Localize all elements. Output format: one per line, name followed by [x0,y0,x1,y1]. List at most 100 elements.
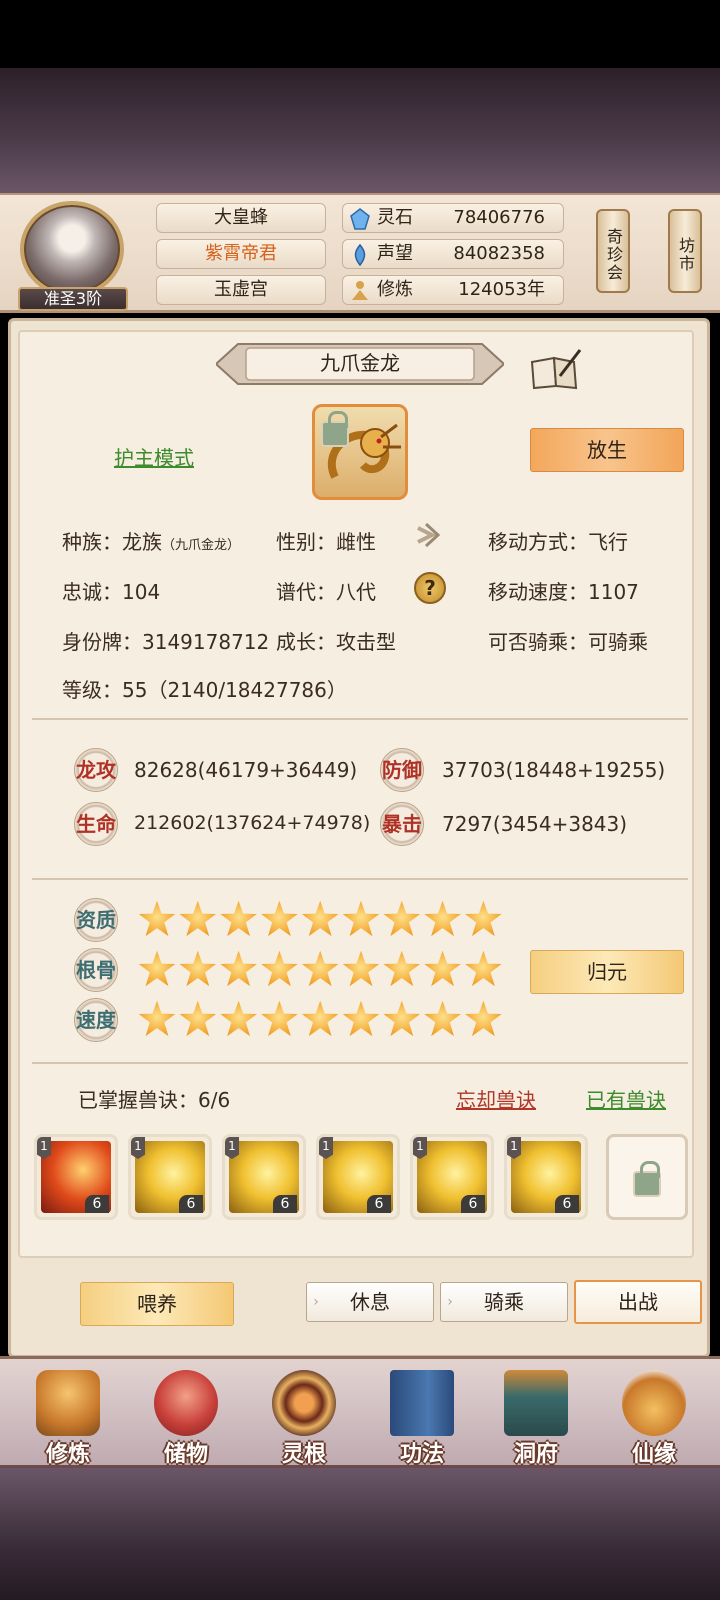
bone-badge: 根骨 [74,948,118,992]
market-button[interactable]: 坊市 [668,209,702,293]
star-icon [138,1000,176,1037]
health-badge: 生命 [74,802,118,846]
book-quill-icon[interactable] [530,348,582,390]
star-icon [424,900,461,937]
cultivation-counter: 修炼 124053年 [342,275,564,305]
pet-name: 九爪金龙 [320,351,400,375]
speed-badge: 速度 [74,998,118,1042]
owned-skills-link[interactable]: 已有兽诀 [586,1084,666,1113]
star-icon [465,900,502,937]
nav-cave[interactable]: 洞府 [486,1360,586,1468]
locked-skill-slot[interactable] [606,1134,688,1220]
cultivate-icon [36,1370,100,1436]
star-icon [261,950,298,987]
star-icon [179,1000,217,1037]
defense-value: 37703(18448+19255) [442,758,666,782]
pet-race: 种族：龙族（九爪金龙） [62,530,241,554]
gourd-icon [622,1370,686,1436]
nav-cultivate[interactable]: 修炼 [18,1360,118,1468]
lock-icon [321,411,349,447]
crit-badge: 暴击 [380,802,424,846]
bone-stars [138,950,505,990]
skill-slot-3[interactable]: 1 6 [222,1134,306,1220]
star-icon [465,1000,502,1037]
battle-button[interactable]: 出战 [574,1280,702,1324]
skill-slot-2[interactable]: 1 6 [128,1134,212,1220]
aptitude-badge: 资质 [74,898,118,942]
star-icon [301,950,339,987]
release-button[interactable]: 放生 [530,428,684,472]
divider [32,718,688,720]
star-icon [179,950,217,987]
nav-fate[interactable]: 仙缘 [604,1360,704,1468]
return-origin-button[interactable]: 归元 [530,950,684,994]
skill-slot-4[interactable]: 1 6 [316,1134,400,1220]
pet-portrait [312,404,408,500]
help-icon[interactable]: ? [414,572,446,604]
forget-skill-link[interactable]: 忘却兽诀 [456,1084,536,1113]
pet-id-tag: 身份牌：3149178712 [62,630,270,654]
chevron-right-icon: › [313,1294,319,1310]
pet-level: 等级：55（2140/18427786） [62,678,347,702]
feed-button[interactable]: 喂养 [80,1282,234,1326]
chevron-right-icon: › [447,1294,453,1310]
prestige-crystal-icon [354,244,366,266]
skill-slot-1[interactable]: 1 6 [34,1134,118,1220]
star-icon [301,1000,339,1037]
defense-badge: 防御 [380,748,424,792]
pet-move-speed: 移动速度：1107 [488,580,639,604]
player-title: 紫霄帝君 [156,239,326,269]
star-icon [138,950,176,987]
star-icon [220,1000,257,1037]
skill-slot-6[interactable]: 1 6 [504,1134,588,1220]
nav-spirit-root[interactable]: 灵根 [254,1360,354,1468]
star-icon [342,900,380,937]
player-sect: 玉虚宫 [156,275,326,305]
star-icon [342,1000,380,1037]
cave-residence-icon [504,1370,568,1436]
star-icon [220,900,257,937]
lock-icon [633,1161,661,1197]
bottom-backdrop [0,1468,720,1600]
aptitude-stars [138,900,505,940]
star-icon [261,900,298,937]
divider [32,878,688,880]
pet-name-plate: 九爪金龙 [216,340,504,388]
technique-book-icon [390,1370,454,1436]
divider [32,1062,688,1064]
skills-mastered: 已掌握兽诀：6/6 [78,1088,231,1112]
star-icon [383,900,421,937]
star-icon [424,950,461,987]
nav-storage[interactable]: 储物 [136,1360,236,1468]
ride-button[interactable]: › 骑乘 [440,1282,568,1322]
star-icon [301,900,339,937]
rest-button[interactable]: › 休息 [306,1282,434,1322]
guard-mode-link[interactable]: 护主模式 [114,442,194,471]
attack-value: 82628(46179+36449) [134,758,358,782]
female-gender-icon [417,522,441,548]
pet-gender: 性别：雌性 [276,530,376,554]
spirit-stone-icon [350,208,370,230]
star-icon [138,900,176,937]
star-icon [424,1000,461,1037]
star-icon [383,950,421,987]
skill-slot-5[interactable]: 1 6 [410,1134,494,1220]
player-rank: 准圣3阶 [18,287,128,311]
star-icon [342,950,380,987]
pet-loyalty: 忠诚：104 [62,580,161,604]
player-avatar[interactable] [20,201,124,297]
health-value: 212602(137624+74978) [134,812,371,834]
pet-move-type: 移动方式：飞行 [488,530,628,554]
crit-value: 7297(3454+3843) [442,812,628,836]
pet-growth: 成长：攻击型 [276,630,396,654]
star-icon [383,1000,421,1037]
star-icon [220,950,257,987]
pet-generation: 谱代：八代 [276,580,376,604]
spirit-stone-counter: 灵石 78406776 [342,203,564,233]
pet-rideable: 可否骑乘：可骑乘 [488,630,648,654]
prestige-counter: 声望 84082358 [342,239,564,269]
attack-badge: 龙攻 [74,748,118,792]
treasure-fair-button[interactable]: 奇珍会 [596,209,630,293]
star-icon [179,900,217,937]
nav-techniques[interactable]: 功法 [372,1360,472,1468]
